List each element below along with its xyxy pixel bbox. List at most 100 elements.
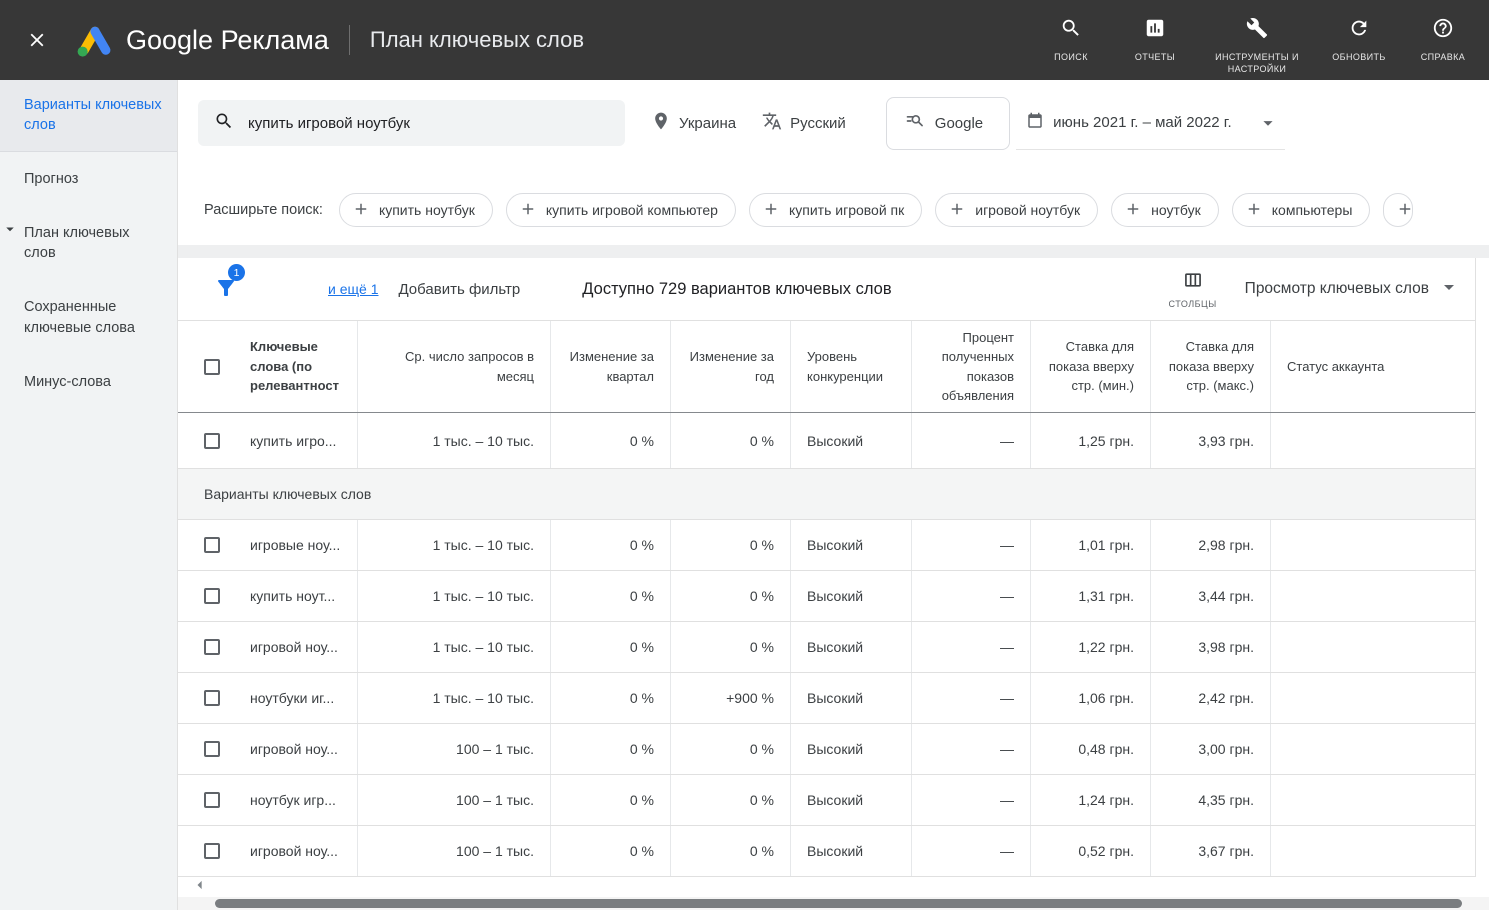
- keyword-chip[interactable]: купить игровой компьютер: [506, 193, 736, 227]
- cell-bid-high: 3,98 грн.: [1151, 622, 1271, 672]
- chip-label: купить ноутбук: [379, 202, 475, 218]
- sidebar-item-negative-keywords[interactable]: Минус-слова: [0, 355, 177, 409]
- location-selector[interactable]: Украина: [651, 111, 736, 135]
- sidebar-item-label: Минус-слова: [24, 374, 111, 390]
- row-checkbox[interactable]: [204, 537, 220, 553]
- cell-competition: Высокий: [791, 413, 912, 468]
- th-avg-searches[interactable]: Ср. число запросов в месяц: [358, 321, 551, 412]
- search-button[interactable]: ПОИСК: [1043, 5, 1099, 63]
- cell-impression-share: —: [912, 622, 1031, 672]
- cell-avg-searches: 1 тыс. – 10 тыс.: [358, 571, 551, 621]
- horizontal-scrollbar: [178, 897, 1489, 910]
- cell-quarter-change: 0 %: [551, 673, 671, 723]
- sidebar-item-forecast[interactable]: Прогноз: [0, 152, 177, 206]
- cell-year-change: 0 %: [671, 724, 791, 774]
- th-year-change[interactable]: Изменение за год: [671, 321, 791, 412]
- tools-settings-button[interactable]: ИНСТРУМЕНТЫ И НАСТРОЙКИ: [1211, 5, 1303, 75]
- location-pin-icon: [651, 111, 671, 135]
- keyword-chip[interactable]: ноутбук: [1111, 193, 1219, 227]
- th-keyword[interactable]: Ключевые слова (по релевантност: [234, 321, 358, 412]
- expand-search-row: Расширьте поиск: купить ноутбук купить и…: [178, 193, 1489, 227]
- select-all-checkbox[interactable]: [204, 359, 220, 375]
- network-selector[interactable]: Google: [886, 97, 1010, 150]
- sidebar-item-keyword-plan[interactable]: План ключевых слов: [0, 206, 177, 281]
- cell-checkbox: [178, 571, 234, 621]
- columns-label: СТОЛБЦЫ: [1169, 299, 1217, 309]
- filter-button[interactable]: 1: [214, 276, 240, 302]
- sidebar-item-label: Варианты ключевых слов: [24, 97, 162, 133]
- keyword-chip[interactable]: компьютеры: [1232, 193, 1371, 227]
- cell-avg-searches: 100 – 1 тыс.: [358, 724, 551, 774]
- horizontal-scrollbar-thumb[interactable]: [215, 899, 1462, 908]
- plus-icon: [762, 200, 780, 221]
- close-icon[interactable]: [26, 29, 48, 51]
- add-filter-button[interactable]: Добавить фильтр: [398, 281, 520, 298]
- cell-account-status: [1271, 826, 1475, 876]
- row-checkbox[interactable]: [204, 843, 220, 859]
- th-bid-low[interactable]: Ставка для показа вверху стр. (мин.): [1031, 321, 1151, 412]
- cell-account-status: [1271, 571, 1475, 621]
- cell-competition: Высокий: [791, 622, 912, 672]
- toolbar: купить игровой ноутбук Украина Русский G…: [198, 96, 1489, 150]
- refresh-button[interactable]: ОБНОВИТЬ: [1331, 5, 1387, 63]
- keyword-search-input[interactable]: купить игровой ноутбук: [198, 100, 625, 146]
- select-all-cell: [178, 321, 234, 412]
- cell-account-status: [1271, 622, 1475, 672]
- row-checkbox[interactable]: [204, 639, 220, 655]
- date-range-selector[interactable]: июнь 2021 г. – май 2022 г.: [1016, 97, 1284, 150]
- view-selector-label: Просмотр ключевых слов: [1245, 280, 1429, 298]
- help-button[interactable]: СПРАВКА: [1415, 5, 1471, 63]
- keyword-chip[interactable]: игровой ноутбук: [935, 193, 1098, 227]
- calendar-icon: [1026, 112, 1044, 134]
- keyword-chip[interactable]: купить ноутбук: [339, 193, 493, 227]
- th-quarter-change[interactable]: Изменение за квартал: [551, 321, 671, 412]
- cell-bid-high: 2,42 грн.: [1151, 673, 1271, 723]
- th-impression-share[interactable]: Процент полученных показов объявления: [912, 321, 1031, 412]
- wrench-icon: [1246, 17, 1268, 44]
- action-label: ПОИСК: [1054, 51, 1088, 63]
- row-checkbox[interactable]: [204, 792, 220, 808]
- columns-button[interactable]: СТОЛБЦЫ: [1169, 270, 1217, 309]
- cell-keyword: игровой ноу...: [234, 622, 358, 672]
- table-row: игровой ноу... 100 – 1 тыс. 0 % 0 % Высо…: [178, 724, 1475, 775]
- sidebar-item-label: Сохраненные ключевые слова: [24, 299, 135, 335]
- cell-avg-searches: 1 тыс. – 10 тыс.: [358, 413, 551, 468]
- th-competition[interactable]: Уровень конкуренции: [791, 321, 912, 412]
- cell-avg-searches: 1 тыс. – 10 тыс.: [358, 673, 551, 723]
- location-label: Украина: [679, 115, 736, 132]
- sidebar: Варианты ключевых слов Прогноз План ключ…: [0, 80, 178, 910]
- columns-icon: [1183, 270, 1203, 295]
- row-checkbox[interactable]: [204, 690, 220, 706]
- keyword-chip-partial[interactable]: [1383, 193, 1413, 227]
- row-checkbox[interactable]: [204, 588, 220, 604]
- action-label: ИНСТРУМЕНТЫ И НАСТРОЙКИ: [1211, 51, 1303, 75]
- th-account-status[interactable]: Статус аккаунта: [1271, 321, 1475, 412]
- cell-competition: Высокий: [791, 520, 912, 570]
- cell-checkbox: [178, 826, 234, 876]
- th-bid-high[interactable]: Ставка для показа вверху стр. (макс.): [1151, 321, 1271, 412]
- cell-checkbox: [178, 724, 234, 774]
- plus-icon: [519, 200, 537, 221]
- view-selector[interactable]: Просмотр ключевых слов: [1245, 275, 1461, 304]
- reports-button[interactable]: ОТЧЕТЫ: [1127, 5, 1183, 63]
- cell-checkbox: [178, 622, 234, 672]
- table-row: купить ноут... 1 тыс. – 10 тыс. 0 % 0 % …: [178, 571, 1475, 622]
- chip-label: купить игровой компьютер: [546, 202, 718, 218]
- cell-bid-low: 1,06 грн.: [1031, 673, 1151, 723]
- cell-account-status: [1271, 520, 1475, 570]
- table-row: купить игро... 1 тыс. – 10 тыс. 0 % 0 % …: [178, 413, 1475, 469]
- row-checkbox[interactable]: [204, 433, 220, 449]
- cell-quarter-change: 0 %: [551, 520, 671, 570]
- cell-year-change: +900 %: [671, 673, 791, 723]
- language-selector[interactable]: Русский: [762, 111, 846, 135]
- more-filters-link[interactable]: и ещё 1: [328, 281, 378, 297]
- cell-quarter-change: 0 %: [551, 622, 671, 672]
- refresh-icon: [1348, 17, 1370, 44]
- keyword-chip[interactable]: купить игровой пк: [749, 193, 922, 227]
- row-checkbox[interactable]: [204, 741, 220, 757]
- sidebar-item-saved-keywords[interactable]: Сохраненные ключевые слова: [0, 280, 177, 355]
- action-label: СПРАВКА: [1421, 51, 1465, 63]
- sidebar-item-keyword-ideas[interactable]: Варианты ключевых слов: [0, 80, 177, 152]
- cell-quarter-change: 0 %: [551, 826, 671, 876]
- cell-impression-share: —: [912, 826, 1031, 876]
